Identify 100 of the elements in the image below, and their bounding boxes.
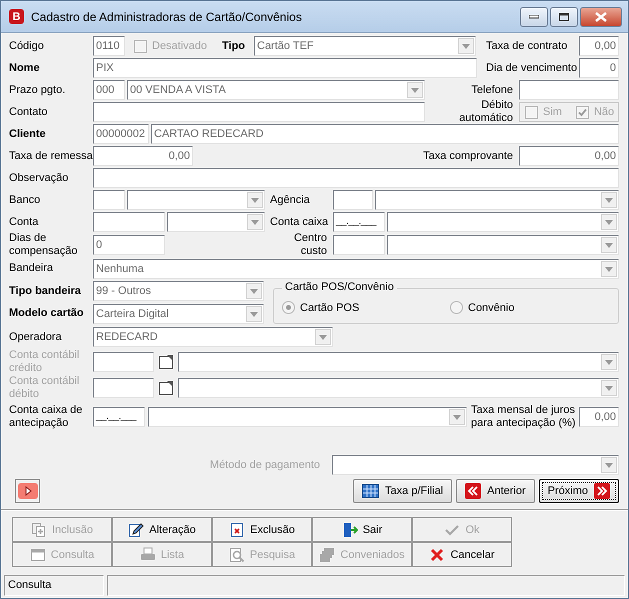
- dropdown-field[interactable]: [387, 235, 619, 255]
- caret-icon: [449, 409, 465, 425]
- dropdown-field[interactable]: [375, 190, 619, 210]
- close-icon: [429, 546, 446, 562]
- field-label: Taxa de contrato: [486, 40, 568, 52]
- field-label: Taxa de remessa: [9, 150, 93, 162]
- input-field[interactable]: 00000002: [93, 124, 149, 144]
- close-button[interactable]: [580, 6, 622, 26]
- document-x-icon: [229, 522, 246, 538]
- field-label: Banco: [9, 194, 42, 206]
- documents-plus-icon: [31, 522, 47, 538]
- dropdown-field[interactable]: REDECARD: [93, 327, 333, 347]
- input-field[interactable]: [93, 168, 619, 188]
- input-field[interactable]: 0,00: [579, 36, 619, 56]
- input-field[interactable]: [93, 352, 154, 372]
- field-label: Telefone: [470, 84, 514, 96]
- toolbar-button[interactable]: Cancelar: [412, 542, 512, 567]
- field-label: Agência: [270, 194, 311, 206]
- radio-button[interactable]: [450, 301, 463, 314]
- maximize-button[interactable]: [550, 6, 578, 26]
- dropdown-field[interactable]: [178, 352, 619, 372]
- input-field[interactable]: 0110: [93, 36, 125, 56]
- input-field[interactable]: PIX: [93, 58, 477, 78]
- caret-icon: [601, 260, 617, 276]
- toolbar-button[interactable]: Alteração: [112, 517, 212, 542]
- door-icon: [342, 522, 358, 538]
- dropdown-field[interactable]: Carteira Digital: [93, 304, 264, 324]
- field-label: Modelo cartão: [9, 307, 85, 320]
- table-icon: [362, 484, 380, 498]
- input-field[interactable]: [93, 190, 125, 210]
- input-field[interactable]: [333, 190, 373, 210]
- field-label: Dia de vencimento: [486, 62, 578, 74]
- status-text: Consulta: [4, 575, 104, 596]
- checkbox-label: Sim: [543, 106, 562, 118]
- nav-button[interactable]: Taxa p/Filial: [353, 479, 452, 503]
- app-logo: B: [9, 9, 24, 24]
- input-field[interactable]: CARTAO REDECARD: [151, 124, 619, 144]
- window-title: Cadastro de Administradoras de Cartão/Convênios: [31, 10, 303, 24]
- dropdown-field[interactable]: 00 VENDA A VISTA: [127, 80, 425, 100]
- input-field[interactable]: 0,00: [519, 146, 619, 166]
- field-label: Método de pagamento: [208, 458, 321, 472]
- toolbar-button[interactable]: Exclusão: [212, 517, 312, 542]
- checkbox[interactable]: [525, 106, 538, 118]
- field-label: Tipo: [222, 40, 246, 52]
- dropdown-field[interactable]: Nenhuma: [93, 258, 619, 278]
- radio-dot-icon: [286, 305, 291, 310]
- field-label: Observação: [9, 172, 70, 184]
- dropdown-field[interactable]: [148, 407, 467, 427]
- close-icon: [595, 12, 607, 22]
- magnifier-icon: [228, 546, 245, 562]
- checkbox[interactable]: [576, 106, 589, 118]
- dropdown-field[interactable]: [387, 212, 619, 232]
- pencil-icon: [128, 522, 144, 538]
- field-label: Nome: [9, 62, 41, 74]
- field-label: Conta caixa: [270, 216, 330, 228]
- dropdown-field[interactable]: [127, 190, 265, 210]
- caret-icon: [601, 380, 617, 396]
- field-label: Conta caixa de antecipação: [9, 404, 84, 430]
- video-button[interactable]: [15, 479, 40, 503]
- checkbox-label: Não: [594, 106, 614, 118]
- input-field[interactable]: [333, 235, 385, 255]
- field-label: Conta contábil crédito: [9, 348, 80, 374]
- toolbar-button[interactable]: Sair: [312, 517, 412, 542]
- window-icon: [30, 546, 46, 562]
- input-field[interactable]: [93, 102, 425, 122]
- input-field[interactable]: 000: [93, 80, 125, 100]
- printer-icon: [140, 546, 156, 562]
- nav-button[interactable]: Anterior: [456, 479, 535, 503]
- caret-icon: [601, 457, 617, 473]
- dropdown-field[interactable]: [332, 455, 619, 475]
- caret-icon: [247, 192, 263, 208]
- field-label: Débito automático: [458, 99, 514, 125]
- maximize-icon: [559, 12, 569, 20]
- nav-button[interactable]: Próximo: [538, 479, 619, 503]
- dropdown-field[interactable]: [167, 212, 265, 232]
- field-label: Operadora: [9, 330, 63, 344]
- lookup-icon[interactable]: [158, 379, 175, 396]
- lookup-icon[interactable]: [158, 353, 175, 370]
- input-field[interactable]: 0,00: [93, 146, 193, 166]
- input-field[interactable]: 0: [93, 235, 165, 255]
- input-field[interactable]: __.__.___: [333, 212, 385, 232]
- caret-icon: [247, 214, 263, 230]
- radio-label: Cartão POS: [300, 302, 360, 314]
- input-field[interactable]: 0: [579, 58, 619, 78]
- field-label: Cliente: [9, 128, 47, 140]
- dropdown-field[interactable]: 99 - Outros: [93, 281, 264, 301]
- input-field[interactable]: [93, 212, 165, 232]
- field-label: Bandeira: [9, 262, 54, 275]
- input-field[interactable]: 0,00: [579, 407, 619, 427]
- caret-icon: [601, 237, 617, 253]
- radio-button[interactable]: [282, 301, 295, 314]
- dropdown-field[interactable]: Cartão TEF: [254, 36, 476, 56]
- dropdown-field[interactable]: [178, 378, 619, 398]
- input-field[interactable]: [93, 378, 154, 398]
- input-field[interactable]: [519, 80, 619, 100]
- input-field[interactable]: __.__.___: [93, 407, 145, 427]
- caret-icon: [601, 354, 617, 370]
- caret-icon: [315, 329, 331, 345]
- minimize-button[interactable]: [520, 6, 548, 26]
- field-label: Tipo bandeira: [9, 284, 82, 298]
